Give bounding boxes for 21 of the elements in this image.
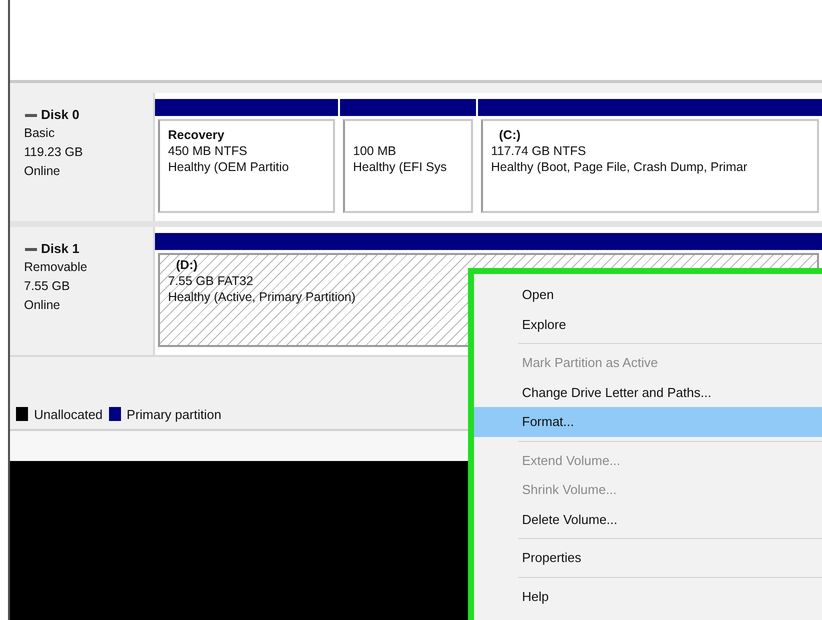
partition-label: Recovery [168,127,224,143]
partition-status: Healthy (Boot, Page File, Crash Dump, Primar [491,159,748,175]
partition-size: 117.74 GB NTFS [491,143,586,159]
disk-status: Online [24,297,60,314]
partition-status: Healthy (Active, Primary Partition) [168,289,356,305]
disk-name: Disk 0 [41,106,80,124]
partition-label: (C:) [498,127,521,143]
disk-name: Disk 1 [41,240,80,258]
disk-size: 119.23 GB [24,144,83,161]
partition-status: Healthy (OEM Partitio [168,159,289,175]
legend-label: Primary partition [126,406,222,422]
partition-label: (D:) [175,257,198,273]
disk-type: Basic [24,125,55,142]
partition-size: 450 MB NTFS [168,143,248,159]
partition-size: 100 MB [353,143,396,159]
legend-label: Unallocated [34,406,103,422]
disk-type: Removable [24,259,88,276]
partition-size: 7.55 GB FAT32 [168,273,254,289]
disk-status: Online [24,163,60,180]
partition-status: Healthy (EFI Sys [353,159,447,175]
disk-size: 7.55 GB [24,278,70,295]
